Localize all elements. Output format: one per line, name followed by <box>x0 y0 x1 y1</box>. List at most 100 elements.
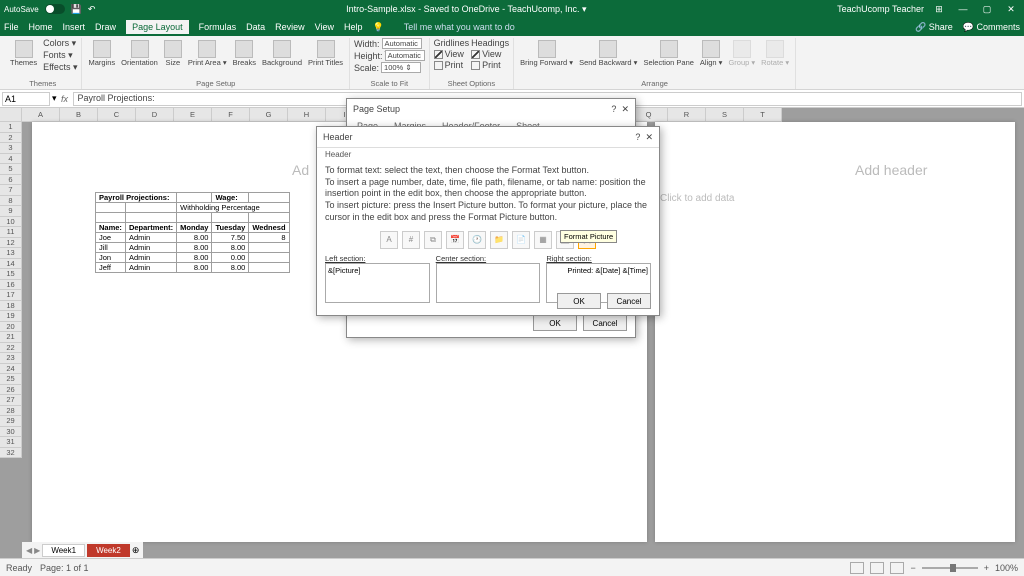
rotate-button[interactable]: Rotate ▾ <box>759 38 791 69</box>
bring-forward-button[interactable]: Bring Forward ▾ <box>518 38 575 69</box>
name-box[interactable] <box>2 92 50 106</box>
effects-button[interactable]: Effects ▾ <box>41 62 77 73</box>
zoom-slider[interactable] <box>922 567 978 569</box>
page-layout-view-icon[interactable] <box>870 562 884 574</box>
page-number-icon[interactable]: # <box>402 231 420 249</box>
tab-draw[interactable]: Draw <box>95 22 116 32</box>
row-header[interactable]: 14 <box>0 259 22 270</box>
group-button[interactable]: Group ▾ <box>726 38 757 69</box>
col-header[interactable]: E <box>174 108 212 122</box>
row-header[interactable]: 3 <box>0 143 22 154</box>
pages-icon[interactable]: ⧉ <box>424 231 442 249</box>
tab-help[interactable]: Help <box>344 22 363 32</box>
date-icon[interactable]: 📅 <box>446 231 464 249</box>
sheet-tab-week1[interactable]: Week1 <box>42 544 85 557</box>
gridlines-view-check[interactable] <box>434 50 443 59</box>
file-name-icon[interactable]: 📄 <box>512 231 530 249</box>
row-header[interactable]: 29 <box>0 416 22 427</box>
row-header[interactable]: 20 <box>0 322 22 333</box>
maximize-icon[interactable]: ▢ <box>978 4 996 15</box>
row-header[interactable]: 24 <box>0 364 22 375</box>
left-section-input[interactable]: &[Picture] <box>325 263 430 303</box>
row-header[interactable]: 15 <box>0 269 22 280</box>
headings-view-check[interactable] <box>471 50 480 59</box>
row-header[interactable]: 18 <box>0 301 22 312</box>
tell-me-input[interactable]: Tell me what you want to do <box>404 22 515 32</box>
page-break-view-icon[interactable] <box>890 562 904 574</box>
col-header[interactable]: H <box>288 108 326 122</box>
data-table[interactable]: Payroll Projections:Wage: Withholding Pe… <box>95 192 290 273</box>
tab-page-layout[interactable]: Page Layout <box>126 20 189 34</box>
comments-button[interactable]: 💬 Comments <box>963 22 1020 33</box>
tab-view[interactable]: View <box>315 22 334 32</box>
select-all-corner[interactable] <box>0 108 22 122</box>
row-header[interactable]: 5 <box>0 164 22 175</box>
row-header[interactable]: 12 <box>0 238 22 249</box>
print-titles-button[interactable]: Print Titles <box>306 38 345 69</box>
row-header[interactable]: 23 <box>0 353 22 364</box>
close-icon[interactable]: ✕ <box>1002 4 1020 15</box>
normal-view-icon[interactable] <box>850 562 864 574</box>
row-header[interactable]: 1 <box>0 122 22 133</box>
tab-file[interactable]: File <box>4 22 19 32</box>
zoom-in-icon[interactable]: + <box>984 563 989 573</box>
scale-input[interactable]: 100% ⇕ <box>381 62 421 73</box>
save-icon[interactable]: 💾 <box>71 4 82 15</box>
align-button[interactable]: Align ▾ <box>698 38 725 69</box>
tab-data[interactable]: Data <box>246 22 265 32</box>
ok-button[interactable]: OK <box>557 293 601 309</box>
col-header[interactable]: A <box>22 108 60 122</box>
autosave-toggle[interactable] <box>45 4 65 14</box>
close-dialog-icon[interactable]: ✕ <box>645 132 653 142</box>
row-header[interactable]: 31 <box>0 437 22 448</box>
row-header[interactable]: 21 <box>0 332 22 343</box>
colors-button[interactable]: Colors ▾ <box>41 38 77 49</box>
col-header[interactable]: R <box>668 108 706 122</box>
row-header[interactable]: 26 <box>0 385 22 396</box>
tab-review[interactable]: Review <box>275 22 305 32</box>
zoom-level[interactable]: 100% <box>995 563 1018 573</box>
width-select[interactable]: Automatic ▾ <box>382 38 422 49</box>
zoom-out-icon[interactable]: − <box>910 563 915 573</box>
size-button[interactable]: Size <box>162 38 184 69</box>
add-header-placeholder-2[interactable]: Add header <box>655 122 1015 188</box>
row-header[interactable]: 8 <box>0 196 22 207</box>
click-add-data[interactable]: Click to add data <box>655 188 1015 204</box>
format-text-icon[interactable]: A <box>380 231 398 249</box>
selection-pane-button[interactable]: Selection Pane <box>641 38 695 69</box>
row-header[interactable]: 22 <box>0 343 22 354</box>
new-sheet-icon[interactable]: ⊕ <box>132 545 140 556</box>
row-header[interactable]: 7 <box>0 185 22 196</box>
row-header[interactable]: 9 <box>0 206 22 217</box>
undo-icon[interactable]: ↶ <box>88 4 96 15</box>
breaks-button[interactable]: Breaks <box>231 38 258 69</box>
col-header[interactable]: B <box>60 108 98 122</box>
cancel-button[interactable]: Cancel <box>583 315 627 331</box>
row-header[interactable]: 6 <box>0 175 22 186</box>
fonts-button[interactable]: Fonts ▾ <box>41 50 77 61</box>
col-header[interactable]: F <box>212 108 250 122</box>
background-button[interactable]: Background <box>260 38 304 69</box>
tab-formulas[interactable]: Formulas <box>199 22 237 32</box>
col-header[interactable]: C <box>98 108 136 122</box>
sheet-tab-week2[interactable]: Week2 <box>87 544 130 557</box>
sheet-nav-prev[interactable]: ◀ <box>26 546 32 555</box>
print-area-button[interactable]: Print Area ▾ <box>186 38 229 69</box>
row-header[interactable]: 30 <box>0 427 22 438</box>
tab-insert[interactable]: Insert <box>63 22 86 32</box>
ribbon-display-icon[interactable]: ⊞ <box>930 4 948 15</box>
help-icon[interactable]: ? <box>611 104 616 114</box>
row-header[interactable]: 25 <box>0 374 22 385</box>
account-name[interactable]: TeachUcomp Teacher <box>837 4 924 15</box>
row-header[interactable]: 11 <box>0 227 22 238</box>
row-header[interactable]: 4 <box>0 154 22 165</box>
tab-home[interactable]: Home <box>29 22 53 32</box>
row-header[interactable]: 32 <box>0 448 22 459</box>
sheet-name-icon[interactable]: ▦ <box>534 231 552 249</box>
col-header[interactable]: S <box>706 108 744 122</box>
send-backward-button[interactable]: Send Backward ▾ <box>577 38 639 69</box>
row-header[interactable]: 17 <box>0 290 22 301</box>
sheet-nav-next[interactable]: ▶ <box>34 546 40 555</box>
margins-button[interactable]: Margins <box>86 38 117 69</box>
fx-icon[interactable]: fx <box>59 94 71 104</box>
